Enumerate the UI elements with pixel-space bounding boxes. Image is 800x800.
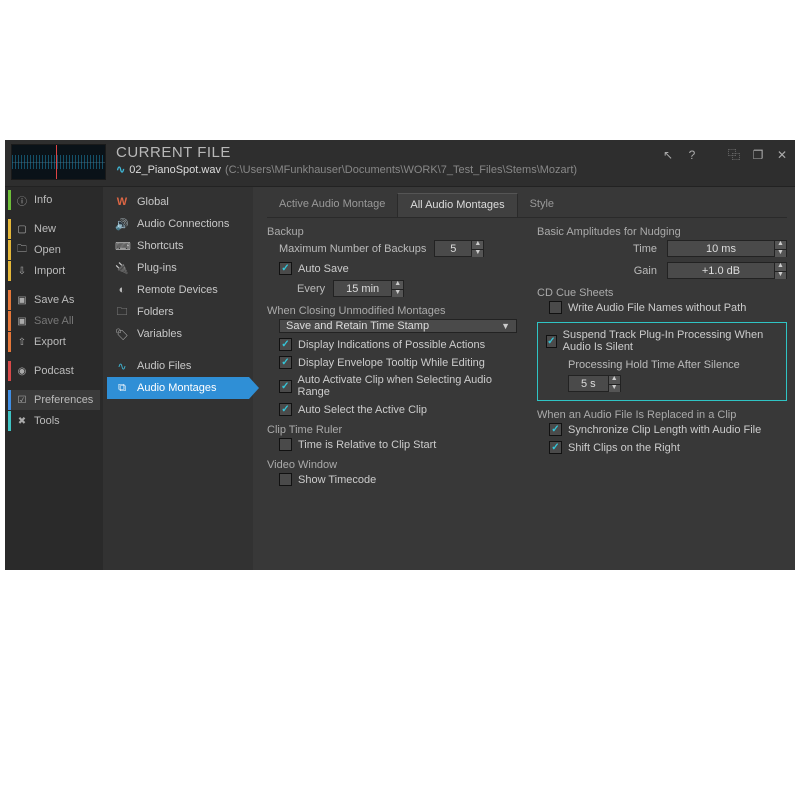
time-relative-checkbox[interactable]: ✓Time is Relative to Clip Start (279, 438, 517, 451)
export-icon: ⇧ (16, 337, 28, 348)
rail-export[interactable]: ⇧Export (8, 332, 100, 352)
podcast-icon: ◉ (16, 366, 28, 377)
help-icon[interactable]: ? (685, 148, 699, 162)
wave-icon: ∿ (116, 163, 125, 176)
rail-preferences[interactable]: ☑Preferences (8, 390, 100, 410)
chevron-down-icon: ▼ (501, 321, 510, 331)
rail-save-as[interactable]: ▣Save As (8, 290, 100, 310)
nav-folders[interactable]: 🗀Folders (107, 301, 249, 323)
saveall-icon: ▣ (16, 316, 28, 327)
clip-ruler-title: Clip Time Ruler (267, 424, 517, 436)
settings-content: Active Audio Montage All Audio Montages … (253, 187, 795, 570)
replaced-title: When an Audio File Is Replaced in a Clip (537, 409, 787, 421)
video-title: Video Window (267, 459, 517, 471)
closing-title: When Closing Unmodified Montages (267, 305, 517, 317)
display-indications-checkbox[interactable]: ✓Display Indications of Possible Actions (279, 338, 517, 351)
new-icon: ▢ (16, 224, 28, 235)
rail-save-all[interactable]: ▣Save All (8, 311, 100, 331)
nav-remote[interactable]: ◐Remote Devices (107, 279, 249, 301)
variables-icon: 🏷 (115, 328, 129, 341)
cue-title: CD Cue Sheets (537, 287, 787, 299)
saveas-icon: ▣ (16, 295, 28, 306)
nudge-title: Basic Amplitudes for Nudging (537, 226, 787, 238)
rail-import[interactable]: ⇩Import (8, 261, 100, 281)
tools-icon: ✖ (16, 416, 28, 427)
nudge-gain-spinner[interactable]: +1.0 dB ▲▼ (667, 262, 787, 279)
show-timecode-checkbox[interactable]: ✓Show Timecode (279, 473, 517, 486)
title-bar: CURRENT FILE ∿ 02_PianoSpot.wav (C:\User… (5, 140, 795, 186)
left-rail: ⓘInfo ▢New 🗀Open ⇩Import ▣Save As ▣Save … (5, 187, 103, 570)
nav-shortcuts[interactable]: ⌨Shortcuts (107, 235, 249, 257)
waveform-thumbnail[interactable] (11, 144, 106, 180)
nav-audio-files[interactable]: ∿Audio Files (107, 355, 249, 377)
auto-activate-checkbox[interactable]: ✓Auto Activate Clip when Selecting Audio… (279, 374, 517, 398)
window-controls: ↖ ? ⿻ ❐ ✕ (661, 144, 789, 163)
preferences-window: CURRENT FILE ∿ 02_PianoSpot.wav (C:\User… (5, 140, 795, 570)
rail-new[interactable]: ▢New (8, 219, 100, 239)
tab-active-montage[interactable]: Active Audio Montage (267, 193, 397, 217)
speaker-icon: 🔊 (115, 218, 129, 231)
hold-time-label: Processing Hold Time After Silence (568, 359, 778, 371)
rail-podcast[interactable]: ◉Podcast (8, 361, 100, 381)
max-backups-label: Maximum Number of Backups (279, 243, 426, 255)
info-icon: ⓘ (16, 193, 28, 208)
nav-audio-montages[interactable]: ⧉Audio Montages (107, 377, 249, 399)
preferences-icon: ☑ (16, 395, 28, 406)
right-column: Basic Amplitudes for Nudging Time 10 ms … (537, 226, 787, 486)
import-icon: ⇩ (16, 266, 28, 277)
nav-variables[interactable]: 🏷Variables (107, 323, 249, 345)
rail-tools[interactable]: ✖Tools (8, 411, 100, 431)
keyboard-icon: ⌨ (115, 240, 129, 253)
up-icon[interactable]: ▲ (472, 241, 483, 249)
gain-label: Gain (617, 265, 657, 277)
close-window-icon[interactable]: ✕ (775, 148, 789, 162)
restore-window-icon[interactable]: ❐ (751, 148, 765, 162)
sync-length-checkbox[interactable]: ✓Synchronize Clip Length with Audio File (549, 423, 787, 436)
nav-audio-connections[interactable]: 🔊Audio Connections (107, 213, 249, 235)
header-title: CURRENT FILE (116, 144, 661, 161)
display-tooltip-checkbox[interactable]: ✓Display Envelope Tooltip While Editing (279, 356, 517, 369)
nav-plugins[interactable]: 🔌Plug-ins (107, 257, 249, 279)
every-label: Every (297, 283, 325, 295)
suspend-processing-checkbox[interactable]: ✓Suspend Track Plug-In Processing When A… (546, 329, 778, 353)
rail-open[interactable]: 🗀Open (8, 240, 100, 260)
closing-dropdown[interactable]: Save and Retain Time Stamp ▼ (279, 319, 517, 333)
backup-title: Backup (267, 226, 517, 238)
montage-icon: ⧉ (115, 382, 129, 395)
current-filepath: (C:\Users\MFunkhauser\Documents\WORK\7_T… (225, 164, 577, 176)
hold-time-spinner[interactable]: 5 s ▲▼ (568, 375, 621, 392)
current-filename: 02_PianoSpot.wav (129, 164, 221, 176)
checkbox-icon: ✓ (279, 262, 292, 275)
content-tabs: Active Audio Montage All Audio Montages … (267, 193, 787, 218)
open-icon: 🗀 (16, 242, 28, 259)
autosave-interval-spinner[interactable]: 15 min ▲▼ (333, 280, 404, 297)
folder-icon: 🗀 (115, 303, 129, 322)
suspend-processing-group: ✓Suspend Track Plug-In Processing When A… (537, 322, 787, 401)
max-backups-spinner[interactable]: 5 ▲▼ (434, 240, 484, 257)
time-label: Time (617, 243, 657, 255)
shift-clips-checkbox[interactable]: ✓Shift Clips on the Right (549, 441, 787, 454)
arrow-icon[interactable]: ↖ (661, 148, 675, 162)
wave-file-icon: ∿ (115, 360, 129, 373)
tab-all-montages[interactable]: All Audio Montages (397, 193, 517, 217)
copy-window-icon[interactable]: ⿻ (727, 146, 741, 163)
auto-save-checkbox[interactable]: ✓ Auto Save (279, 262, 517, 275)
rail-info[interactable]: ⓘInfo (8, 190, 100, 210)
remote-icon: ◐ (115, 284, 129, 296)
left-column: Backup Maximum Number of Backups 5 ▲▼ ✓ (267, 226, 517, 486)
auto-select-checkbox[interactable]: ✓Auto Select the Active Clip (279, 403, 517, 416)
settings-nav: WGlobal 🔊Audio Connections ⌨Shortcuts 🔌P… (103, 187, 253, 570)
nav-global[interactable]: WGlobal (107, 191, 249, 213)
plug-icon: 🔌 (115, 262, 129, 275)
global-icon: W (115, 196, 129, 208)
down-icon[interactable]: ▼ (472, 249, 483, 257)
write-audio-names-checkbox[interactable]: ✓Write Audio File Names without Path (549, 301, 787, 314)
tab-style[interactable]: Style (518, 193, 566, 217)
nudge-time-spinner[interactable]: 10 ms ▲▼ (667, 240, 787, 257)
